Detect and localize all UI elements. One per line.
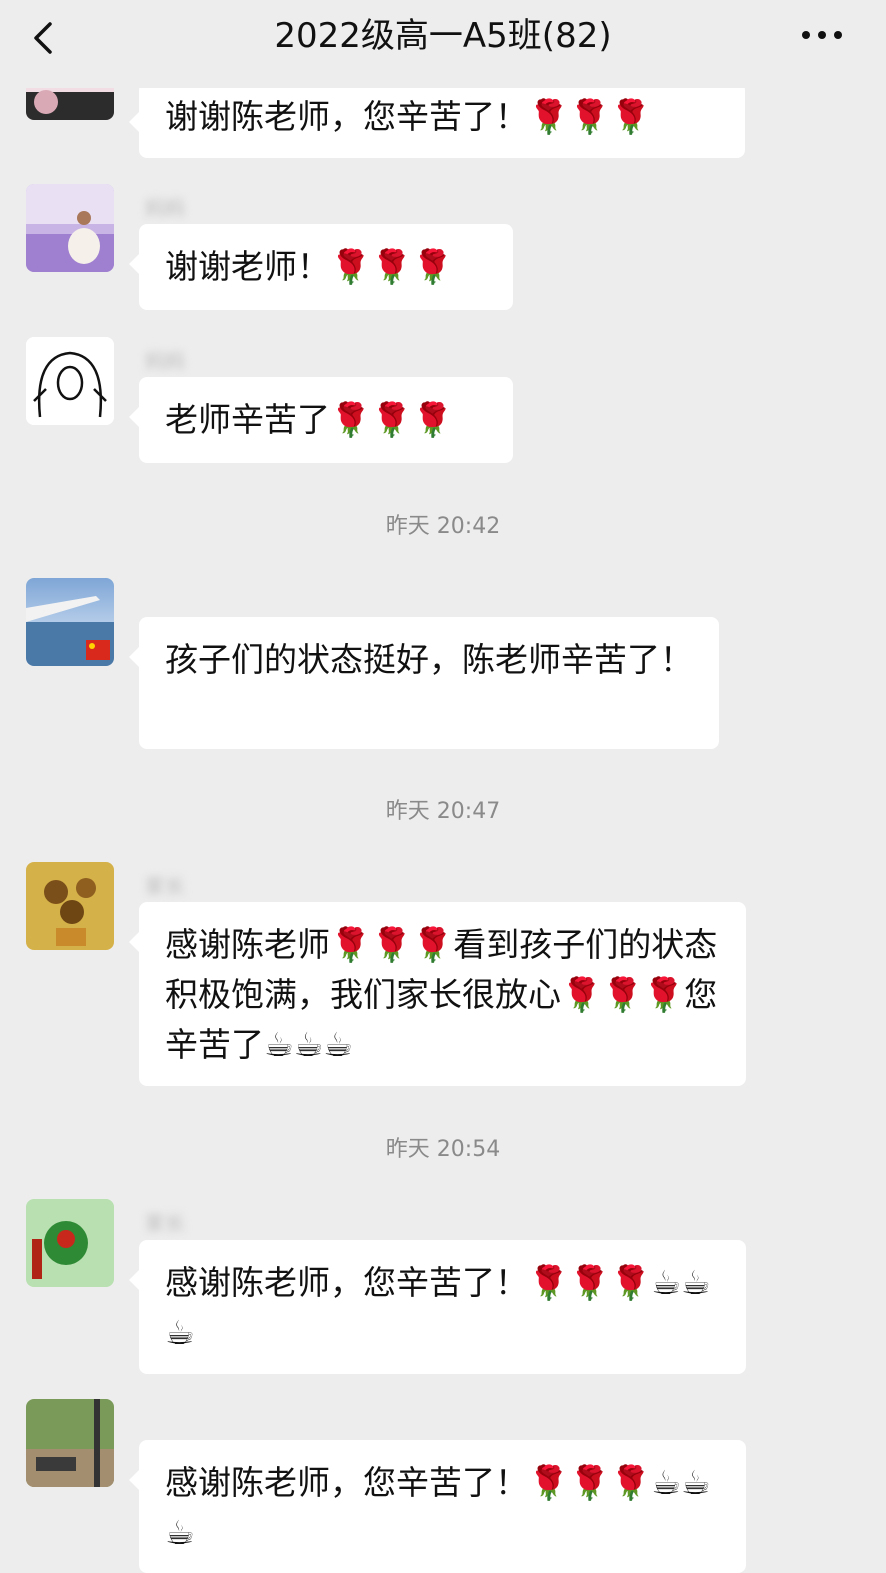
- message-text: 老师辛苦了🌹🌹🌹: [165, 400, 454, 439]
- sender-name: 家长: [145, 874, 185, 898]
- message-text: 感谢陈老师，您辛苦了！🌹🌹🌹☕☕☕: [165, 1263, 711, 1352]
- avatar-image: [26, 862, 114, 950]
- avatar[interactable]: [26, 1399, 114, 1487]
- avatar-image: [26, 184, 114, 272]
- sender-name: 家长: [145, 1211, 185, 1235]
- top-bar: 2022级高一A5班(82): [0, 0, 886, 88]
- message-bubble[interactable]: 老师辛苦了🌹🌹🌹: [129, 377, 513, 463]
- avatar-image: [26, 1399, 114, 1487]
- avatar[interactable]: [26, 862, 114, 950]
- message-bubble[interactable]: 谢谢陈老师，您辛苦了！🌹🌹🌹: [129, 82, 745, 158]
- more-dots-icon: [802, 31, 842, 39]
- avatar[interactable]: [26, 184, 114, 272]
- message-text: 感谢陈老师，您辛苦了！🌹🌹🌹☕☕☕: [165, 1463, 711, 1552]
- sender-name: 妈妈: [145, 349, 185, 373]
- message-text: 孩子们的状态挺好，陈老师辛苦了！: [165, 640, 693, 679]
- timestamp: 昨天 20:54: [385, 1137, 501, 1162]
- message-bubble[interactable]: 感谢陈老师，您辛苦了！🌹🌹🌹☕☕☕: [129, 1240, 746, 1374]
- more-button[interactable]: [798, 20, 846, 50]
- message-bubble[interactable]: 谢谢老师！🌹🌹🌹: [129, 224, 513, 310]
- message-text: 谢谢陈老师，您辛苦了！🌹🌹🌹: [165, 97, 652, 136]
- avatar-image: [26, 337, 114, 425]
- chat-title: 2022级高一A5班(82): [274, 16, 612, 56]
- message-bubble[interactable]: 孩子们的状态挺好，陈老师辛苦了！: [129, 617, 719, 749]
- message-text: 感谢陈老师🌹🌹🌹看到孩子们的状态积极饱满，我们家长很放心🌹🌹🌹您辛苦了☕☕☕: [165, 925, 718, 1064]
- avatar[interactable]: [26, 578, 114, 666]
- timestamp: 昨天 20:47: [385, 799, 501, 824]
- message-text: 谢谢老师！🌹🌹🌹: [165, 247, 454, 286]
- sender-name: 妈妈: [145, 196, 185, 220]
- timestamp: 昨天 20:42: [385, 514, 501, 539]
- message-bubble[interactable]: 感谢陈老师🌹🌹🌹看到孩子们的状态积极饱满，我们家长很放心🌹🌹🌹您辛苦了☕☕☕: [129, 902, 746, 1086]
- message-bubble[interactable]: 感谢陈老师，您辛苦了！🌹🌹🌹☕☕☕: [129, 1440, 746, 1573]
- avatar-image: [26, 578, 114, 666]
- avatar-image: [26, 1199, 114, 1287]
- avatar[interactable]: [26, 337, 114, 425]
- avatar[interactable]: [26, 1199, 114, 1287]
